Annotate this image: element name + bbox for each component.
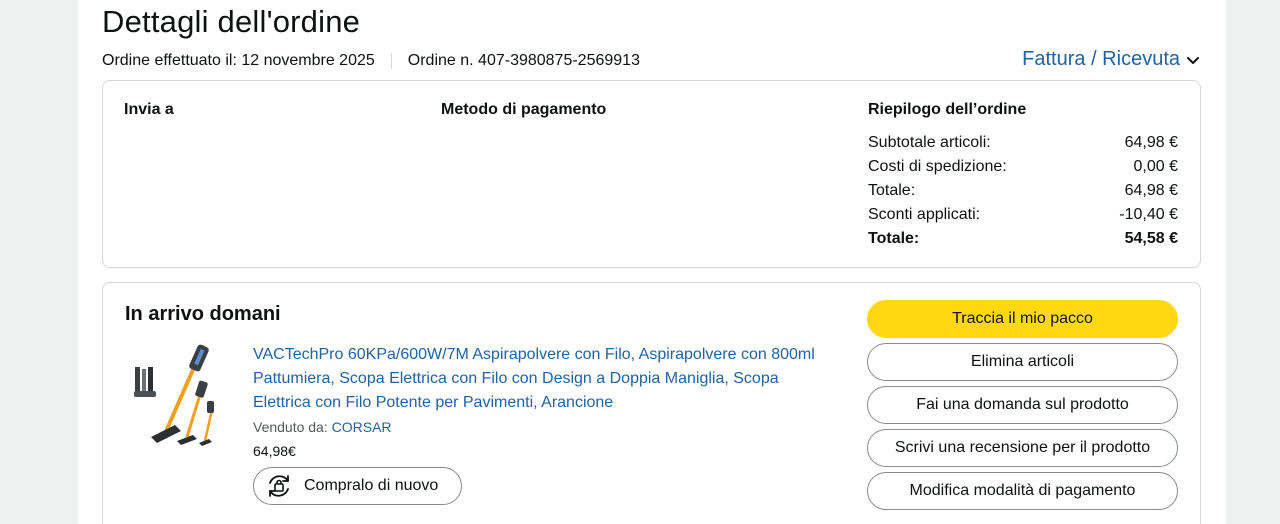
- meta-divider: [390, 53, 392, 69]
- change-payment-button[interactable]: Modifica modalità di pagamento: [867, 472, 1178, 510]
- summary-row-grand-total: Totale: 54,58 €: [868, 229, 1178, 253]
- write-review-button[interactable]: Scrivi una recensione per il prodotto: [867, 429, 1178, 467]
- chevron-down-icon: [1187, 56, 1199, 64]
- summary-value: -10,40 €: [1119, 206, 1178, 223]
- grand-total-label: Totale:: [868, 230, 920, 247]
- order-actions: Traccia il mio pacco Elimina articoli Fa…: [867, 300, 1178, 515]
- track-package-button[interactable]: Traccia il mio pacco: [867, 300, 1178, 338]
- seller-link[interactable]: CORSAR: [332, 419, 392, 435]
- sold-by: Venduto da: CORSAR: [253, 419, 392, 435]
- summary-label: Subtotale articoli:: [868, 134, 991, 151]
- payment-method-heading: Metodo di pagamento: [441, 101, 607, 118]
- ship-to-heading: Invia a: [124, 101, 174, 118]
- summary-row-subtotal: Subtotale articoli: 64,98 €: [868, 133, 1178, 157]
- summary-label: Totale:: [868, 182, 916, 199]
- sold-by-label: Venduto da:: [253, 419, 328, 435]
- summary-row-discount: Sconti applicati: -10,40 €: [868, 205, 1178, 229]
- order-date: Ordine effettuato il: 12 novembre 2025: [102, 52, 375, 69]
- product-title-link[interactable]: VACTechPro 60KPa/600W/7M Aspirapolvere c…: [253, 343, 823, 415]
- delete-items-button[interactable]: Elimina articoli: [867, 343, 1178, 381]
- shipment-card: In arrivo domani VACTechPro 60KPa/600W/7…: [102, 282, 1201, 524]
- summary-label: Costi di spedizione:: [868, 158, 1007, 175]
- order-summary-heading: Riepilogo dell’ordine: [868, 101, 1027, 118]
- order-summary: Subtotale articoli: 64,98 € Costi di spe…: [868, 133, 1178, 253]
- summary-value: 64,98 €: [1124, 134, 1178, 151]
- order-meta: Ordine effettuato il: 12 novembre 2025 O…: [102, 52, 640, 70]
- invoice-link[interactable]: Fattura / Ricevuta: [1022, 48, 1200, 71]
- summary-row-total: Totale: 64,98 €: [868, 181, 1178, 205]
- summary-value: 0,00 €: [1133, 158, 1178, 175]
- invoice-link-label: Fattura / Ricevuta: [1022, 48, 1180, 70]
- delivery-status: In arrivo domani: [125, 303, 281, 325]
- buy-again-button[interactable]: Compralo di nuovo: [253, 467, 462, 505]
- grand-total-value: 54,58 €: [1124, 230, 1178, 247]
- product-image[interactable]: [131, 341, 215, 451]
- summary-row-shipping: Costi di spedizione: 0,00 €: [868, 157, 1178, 181]
- summary-value: 64,98 €: [1124, 182, 1178, 199]
- ask-question-button[interactable]: Fai una domanda sul prodotto: [867, 386, 1178, 424]
- product-price: 64,98€: [253, 443, 296, 459]
- order-info-card: Invia a Metodo di pagamento Riepilogo de…: [102, 80, 1201, 268]
- rebuy-icon: [269, 475, 289, 497]
- order-number: Ordine n. 407-3980875-2569913: [407, 52, 640, 69]
- order-details-page: Dettagli dell'ordine Ordine effettuato i…: [78, 0, 1226, 524]
- summary-label: Sconti applicati:: [868, 206, 981, 223]
- buy-again-label: Compralo di nuovo: [304, 477, 439, 494]
- page-title: Dettagli dell'ordine: [102, 4, 361, 39]
